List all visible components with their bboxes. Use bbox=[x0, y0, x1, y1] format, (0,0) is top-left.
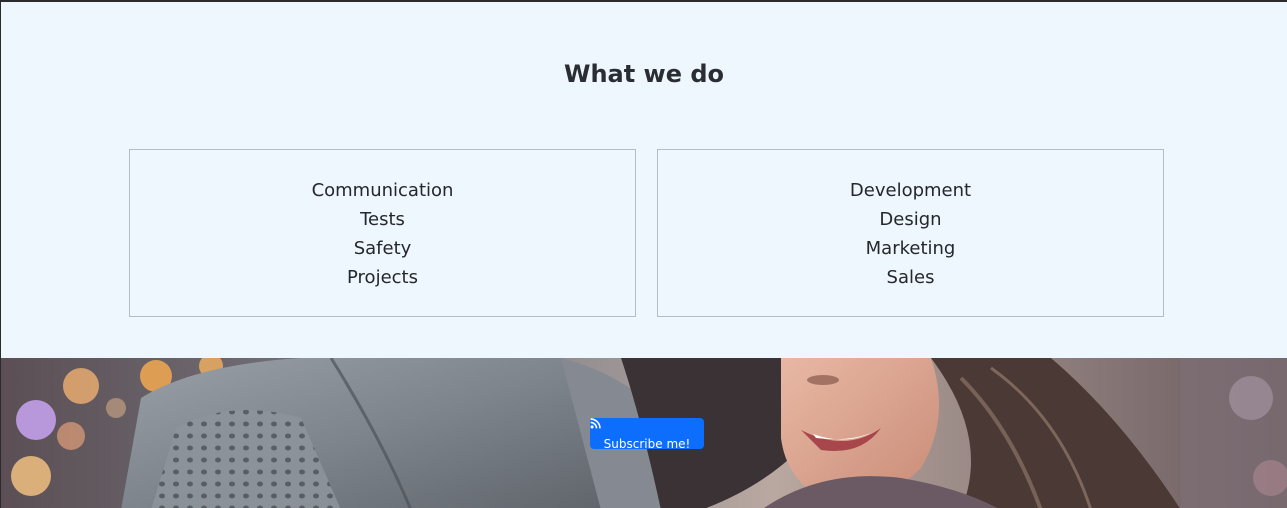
subscribe-button-label: Subscribe me! bbox=[603, 437, 691, 451]
services-box-left: Communication Tests Safety Projects bbox=[129, 149, 636, 317]
services-list-right: Development Design Marketing Sales bbox=[658, 176, 1163, 292]
service-item-projects: Projects bbox=[347, 267, 418, 288]
services-box-right: Development Design Marketing Sales bbox=[657, 149, 1164, 317]
services-list-left: Communication Tests Safety Projects bbox=[130, 176, 635, 292]
page: What we do Communication Tests Safety Pr… bbox=[0, 0, 1287, 508]
service-item-development: Development bbox=[849, 180, 972, 201]
hero-banner: Subscribe me! bbox=[1, 358, 1287, 508]
service-item-safety: Safety bbox=[353, 238, 412, 259]
service-item-marketing: Marketing bbox=[865, 238, 956, 259]
rss-icon bbox=[590, 418, 601, 429]
service-item-communication: Communication bbox=[311, 180, 454, 201]
service-item-sales: Sales bbox=[886, 267, 935, 288]
what-we-do-section: What we do Communication Tests Safety Pr… bbox=[1, 2, 1287, 358]
section-title: What we do bbox=[563, 60, 725, 88]
service-item-design: Design bbox=[879, 209, 942, 230]
service-item-tests: Tests bbox=[360, 209, 405, 230]
subscribe-button[interactable]: Subscribe me! bbox=[590, 418, 704, 451]
